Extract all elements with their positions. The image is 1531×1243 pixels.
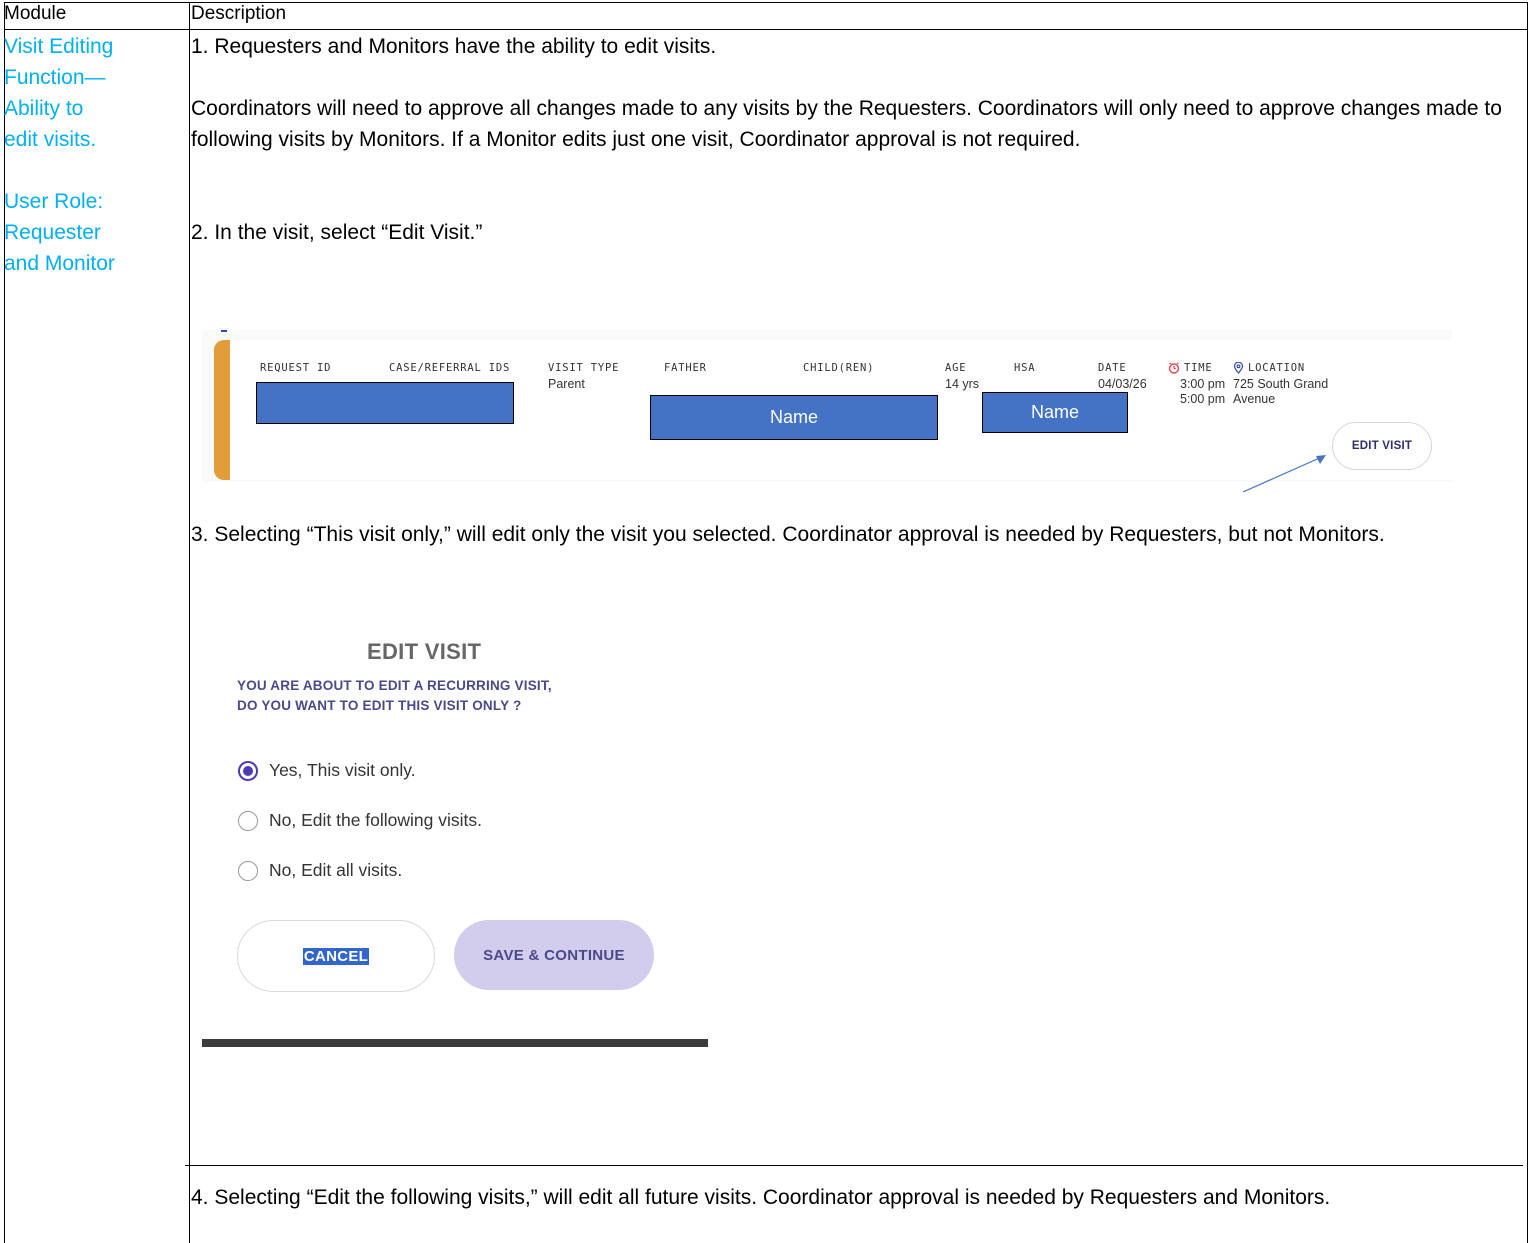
col-date: DATE bbox=[1098, 362, 1127, 374]
role-line: Requester bbox=[4, 221, 101, 244]
description-step-2: 2. In the visit, select “Edit Visit.” bbox=[191, 221, 483, 244]
col-children: CHILD(REN) bbox=[803, 362, 875, 374]
col-case-ids: CASE/REFERRAL IDS bbox=[389, 362, 511, 374]
description-step-1: 1. Requesters and Monitors have the abil… bbox=[191, 35, 717, 58]
visit-status-stripe bbox=[214, 340, 230, 480]
header-row-divider bbox=[5, 29, 1527, 30]
option-label: No, Edit all visits. bbox=[269, 860, 403, 880]
dialog-question: YOU ARE ABOUT TO EDIT A RECURRING VISIT, bbox=[237, 678, 552, 693]
edit-visit-button[interactable]: EDIT VISIT bbox=[1332, 422, 1432, 470]
option-following-visits[interactable]: No, Edit the following visits. bbox=[238, 810, 482, 831]
module-line: Function— bbox=[4, 66, 106, 89]
module-line: edit visits. bbox=[4, 128, 97, 151]
edit-visit-dialog-screenshot: EDIT VISIT YOU ARE ABOUT TO EDIT A RECUR… bbox=[202, 628, 708, 1058]
date-value: 04/03/26 bbox=[1098, 377, 1147, 391]
col-visit-type: VISIT TYPE bbox=[548, 362, 620, 374]
module-line: Ability to bbox=[4, 97, 84, 120]
description-approval-note: Coordinators will need to approve all ch… bbox=[191, 97, 1502, 151]
dialog-title: EDIT VISIT bbox=[367, 639, 482, 664]
header-description: Description bbox=[191, 3, 287, 24]
redaction-box: Name bbox=[650, 395, 938, 440]
role-line: and Monitor bbox=[4, 252, 115, 275]
age-value: 14 yrs bbox=[945, 377, 980, 391]
col-hsa: HSA bbox=[1014, 362, 1036, 374]
location-line-2: Avenue bbox=[1233, 392, 1276, 406]
clock-icon bbox=[1168, 362, 1180, 374]
option-label: Yes, This visit only. bbox=[269, 760, 416, 780]
description-step-4: 4. Selecting “Edit the following visits,… bbox=[191, 1186, 1331, 1209]
description-step-3: 3. Selecting “This visit only,” will edi… bbox=[191, 523, 1385, 546]
radio-checked-icon[interactable] bbox=[238, 760, 258, 781]
option-this-visit-only[interactable]: Yes, This visit only. bbox=[238, 760, 416, 781]
column-divider bbox=[189, 3, 190, 1243]
dialog-bottom-edge bbox=[202, 1039, 708, 1047]
col-location: LOCATION bbox=[1233, 362, 1305, 374]
dialog-question: DO YOU WANT TO EDIT THIS VISIT ONLY ? bbox=[237, 698, 522, 713]
col-time: TIME bbox=[1168, 362, 1213, 374]
visit-type-value: Parent bbox=[548, 377, 585, 391]
module-line: Visit Editing bbox=[4, 35, 114, 58]
location-pin-icon bbox=[1233, 362, 1244, 374]
redaction-box: Name bbox=[982, 392, 1128, 433]
location-line-1: 725 South Grand bbox=[1233, 377, 1329, 391]
save-continue-button[interactable]: SAVE & CONTINUE bbox=[454, 920, 654, 990]
radio-unchecked-icon[interactable] bbox=[238, 810, 258, 831]
module-cell: Visit Editing Function— Ability to edit … bbox=[4, 31, 182, 279]
radio-unchecked-icon[interactable] bbox=[238, 860, 258, 881]
redaction-box bbox=[256, 382, 514, 424]
option-all-visits[interactable]: No, Edit all visits. bbox=[238, 860, 402, 881]
col-request-id: REQUEST ID bbox=[260, 362, 332, 374]
col-age: AGE bbox=[945, 362, 967, 374]
time-start-value: 3:00 pm bbox=[1180, 377, 1226, 391]
pointer-arrow-icon bbox=[1242, 455, 1326, 493]
row-divider bbox=[185, 1165, 1523, 1166]
option-label: No, Edit the following visits. bbox=[269, 810, 483, 830]
header-module: Module bbox=[4, 3, 67, 24]
time-end-value: 5:00 pm bbox=[1180, 392, 1226, 406]
cancel-button[interactable]: CANCEL bbox=[237, 920, 435, 992]
role-line: User Role: bbox=[4, 190, 104, 213]
col-father: FATHER bbox=[664, 362, 707, 374]
